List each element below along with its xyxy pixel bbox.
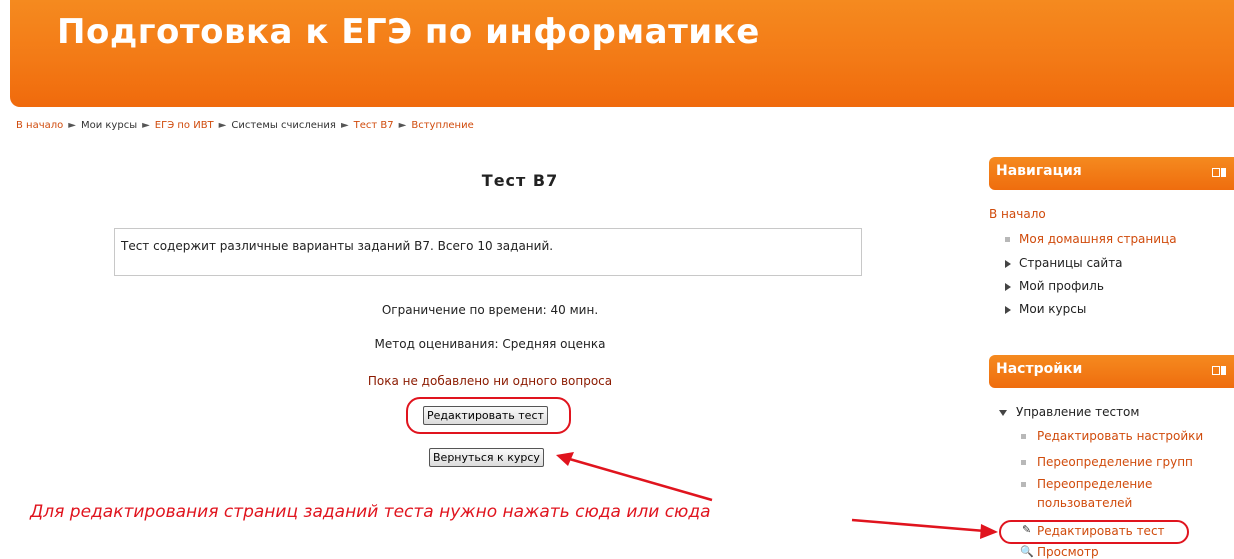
settings-quiz-admin[interactable]: Управление тестом [1016,405,1139,419]
dock-icon[interactable] [1212,366,1226,375]
bullet-icon [1021,434,1026,439]
settings-user-overrides-line2[interactable]: пользователей [1037,496,1132,510]
bullet-icon [1021,482,1026,487]
arrow-to-button [565,456,713,502]
arrow-to-menu [851,518,986,533]
nav-site-pages[interactable]: Страницы сайта [1019,256,1123,270]
expand-arrow-icon[interactable] [1005,306,1011,314]
settings-group-overrides[interactable]: Переопределение групп [1037,455,1193,469]
bullet-icon [1005,237,1010,242]
settings-edit-quiz[interactable]: Редактировать тест [1037,524,1165,538]
settings-block-title: Настройки [996,361,1083,377]
bullet-icon [1021,460,1026,465]
expand-arrow-icon[interactable] [1005,283,1011,291]
settings-edit-settings[interactable]: Редактировать настройки [1037,429,1203,443]
expand-arrow-icon[interactable] [1005,260,1011,268]
navigation-block-header: Навигация [989,157,1234,190]
nav-my-profile[interactable]: Мой профиль [1019,279,1104,293]
edit-icon: ✎ [1022,523,1032,536]
settings-preview[interactable]: Просмотр [1037,545,1099,559]
preview-icon: 🔍 [1020,545,1034,558]
nav-home[interactable]: В начало [989,207,1046,221]
dock-icon[interactable] [1212,168,1226,177]
navigation-block-title: Навигация [996,163,1082,179]
nav-my-home[interactable]: Моя домашняя страница [1019,232,1177,246]
settings-user-overrides[interactable]: Переопределение [1037,477,1152,491]
settings-block-header: Настройки [989,355,1234,388]
nav-my-courses[interactable]: Мои курсы [1019,302,1086,316]
arrow-head-icon [980,524,998,539]
collapse-arrow-icon[interactable] [999,410,1007,416]
